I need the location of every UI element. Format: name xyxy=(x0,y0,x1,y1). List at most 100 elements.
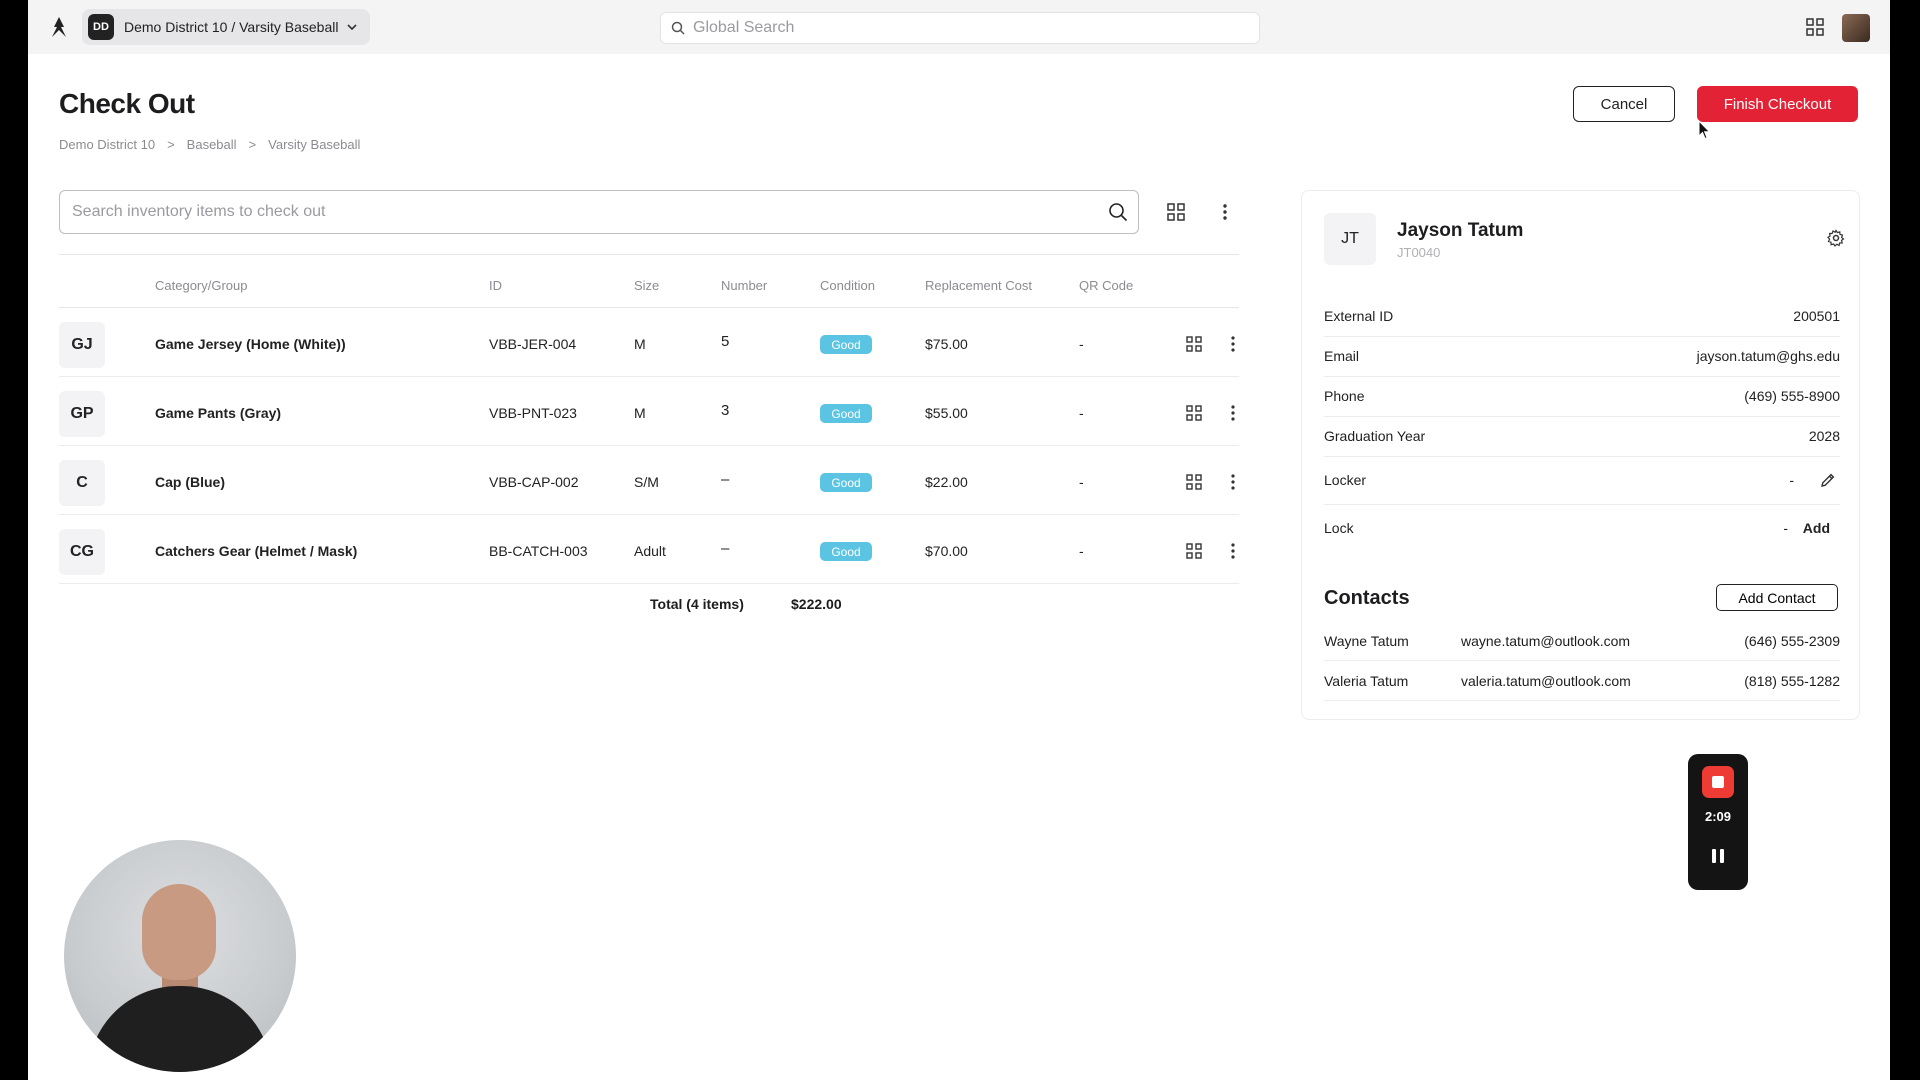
info-row-phone: Phone (469) 555-8900 xyxy=(1324,377,1840,417)
item-number: 3 xyxy=(721,402,730,419)
item-initials: GP xyxy=(59,391,105,437)
table-row[interactable]: CG Catchers Gear (Helmet / Mask) BB-CATC… xyxy=(59,515,1239,584)
info-value: jayson.tatum@ghs.edu xyxy=(1696,348,1840,364)
item-id: BB-CATCH-003 xyxy=(489,543,588,559)
add-lock-link[interactable]: Add xyxy=(1803,520,1830,536)
info-value: - xyxy=(1789,472,1794,488)
qr-code-icon[interactable] xyxy=(1186,405,1202,421)
column-header-qr-code: QR Code xyxy=(1079,278,1134,293)
row-more-options-icon[interactable] xyxy=(1224,542,1242,560)
info-value: (469) 555-8900 xyxy=(1744,388,1840,404)
table-row[interactable]: GJ Game Jersey (Home (White)) VBB-JER-00… xyxy=(59,308,1239,377)
item-id: VBB-JER-004 xyxy=(489,336,577,352)
condition-badge: Good xyxy=(820,473,872,492)
global-search[interactable] xyxy=(660,12,1260,44)
breadcrumb-item-team[interactable]: Varsity Baseball xyxy=(268,137,360,152)
recording-timer: 2:09 xyxy=(1704,809,1732,824)
divider xyxy=(59,254,1239,255)
item-cost: $55.00 xyxy=(925,405,968,421)
student-id: JT0040 xyxy=(1397,245,1441,260)
stop-recording-button[interactable] xyxy=(1702,766,1734,798)
item-initials: CG xyxy=(59,529,105,575)
webcam-person-body xyxy=(88,986,272,1072)
info-value: - xyxy=(1783,520,1788,536)
breadcrumb-item-sport[interactable]: Baseball xyxy=(187,137,237,152)
info-label: Lock xyxy=(1324,520,1354,536)
workspace-badge: DD xyxy=(88,14,114,40)
workspace-switcher[interactable]: DD Demo District 10 / Varsity Baseball xyxy=(82,9,370,45)
more-options-icon[interactable] xyxy=(1215,202,1235,222)
row-more-options-icon[interactable] xyxy=(1224,335,1242,353)
column-header-condition: Condition xyxy=(820,278,875,293)
screen-recorder-widget: 2:09 xyxy=(1688,754,1748,890)
contact-email: valeria.tatum@outlook.com xyxy=(1461,673,1631,689)
info-row-email: Email jayson.tatum@ghs.edu xyxy=(1324,337,1840,377)
qr-scan-icon[interactable] xyxy=(1167,203,1185,221)
mouse-cursor-icon xyxy=(1698,120,1711,140)
item-size: M xyxy=(634,336,646,352)
table-row[interactable]: C Cap (Blue) VBB-CAP-002 S/M – Good $22.… xyxy=(59,446,1239,515)
total-label: Total (4 items) xyxy=(650,596,744,612)
table-header: Category/Group ID Size Number Condition … xyxy=(59,274,1239,308)
contact-name: Valeria Tatum xyxy=(1324,673,1409,689)
condition-badge: Good xyxy=(820,335,872,354)
inventory-search[interactable] xyxy=(59,190,1139,234)
app-logo-icon[interactable] xyxy=(48,16,70,38)
column-header-replacement-cost: Replacement Cost xyxy=(925,278,1032,293)
finish-checkout-button[interactable]: Finish Checkout xyxy=(1697,86,1858,122)
total-value: $222.00 xyxy=(791,596,842,612)
contacts-title: Contacts xyxy=(1324,587,1410,609)
add-contact-button[interactable]: Add Contact xyxy=(1716,584,1838,611)
item-name: Cap (Blue) xyxy=(155,474,225,490)
search-icon[interactable] xyxy=(1108,202,1128,222)
breadcrumb-separator: > xyxy=(248,137,257,152)
contact-row[interactable]: Valeria Tatum valeria.tatum@outlook.com … xyxy=(1324,661,1840,701)
page-title: Check Out xyxy=(59,88,195,119)
breadcrumb: Demo District 10 > Baseball > Varsity Ba… xyxy=(59,137,360,152)
qr-code-icon[interactable] xyxy=(1186,543,1202,559)
top-bar: DD Demo District 10 / Varsity Baseball xyxy=(28,0,1890,54)
contact-row[interactable]: Wayne Tatum wayne.tatum@outlook.com (646… xyxy=(1324,621,1840,661)
cancel-button[interactable]: Cancel xyxy=(1573,86,1675,122)
condition-badge: Good xyxy=(820,404,872,423)
condition-badge: Good xyxy=(820,542,872,561)
column-header-id: ID xyxy=(489,278,502,293)
item-number: – xyxy=(721,540,730,557)
info-label: Phone xyxy=(1324,388,1365,404)
qr-code-icon[interactable] xyxy=(1186,474,1202,490)
info-row-external-id: External ID 200501 xyxy=(1324,297,1840,337)
breadcrumb-item-district[interactable]: Demo District 10 xyxy=(59,137,155,152)
table-row[interactable]: GP Game Pants (Gray) VBB-PNT-023 M 3 Goo… xyxy=(59,377,1239,446)
item-cost: $75.00 xyxy=(925,336,968,352)
item-qr-code: - xyxy=(1079,336,1084,352)
webcam-overlay xyxy=(64,840,296,1072)
global-search-input[interactable] xyxy=(693,19,1233,37)
info-row-locker: Locker - xyxy=(1324,457,1840,505)
workspace-label: Demo District 10 / Varsity Baseball xyxy=(124,19,339,35)
row-more-options-icon[interactable] xyxy=(1224,404,1242,422)
gear-icon[interactable] xyxy=(1827,229,1845,247)
info-value: 200501 xyxy=(1793,308,1840,324)
pencil-icon[interactable] xyxy=(1820,472,1836,488)
item-initials: C xyxy=(59,460,105,506)
column-header-number: Number xyxy=(721,278,768,293)
item-name: Game Pants (Gray) xyxy=(155,405,282,421)
info-label: Locker xyxy=(1324,472,1367,488)
item-size: Adult xyxy=(634,543,666,559)
inventory-search-input[interactable] xyxy=(72,203,1072,221)
apps-grid-icon[interactable] xyxy=(1806,18,1824,36)
breadcrumb-separator: > xyxy=(167,137,175,152)
qr-code-icon[interactable] xyxy=(1186,336,1202,352)
info-row-graduation-year: Graduation Year 2028 xyxy=(1324,417,1840,457)
user-avatar[interactable] xyxy=(1842,14,1870,42)
column-header-size: Size xyxy=(634,278,660,293)
pause-icon[interactable] xyxy=(1708,846,1728,866)
item-qr-code: - xyxy=(1079,474,1084,490)
webcam-person-head xyxy=(142,884,216,980)
row-more-options-icon[interactable] xyxy=(1224,473,1242,491)
app-window: DD Demo District 10 / Varsity Baseball C… xyxy=(28,0,1890,1080)
contact-name: Wayne Tatum xyxy=(1324,633,1409,649)
search-icon xyxy=(671,21,685,35)
contact-phone: (646) 555-2309 xyxy=(1744,633,1840,649)
item-initials: GJ xyxy=(59,322,105,368)
